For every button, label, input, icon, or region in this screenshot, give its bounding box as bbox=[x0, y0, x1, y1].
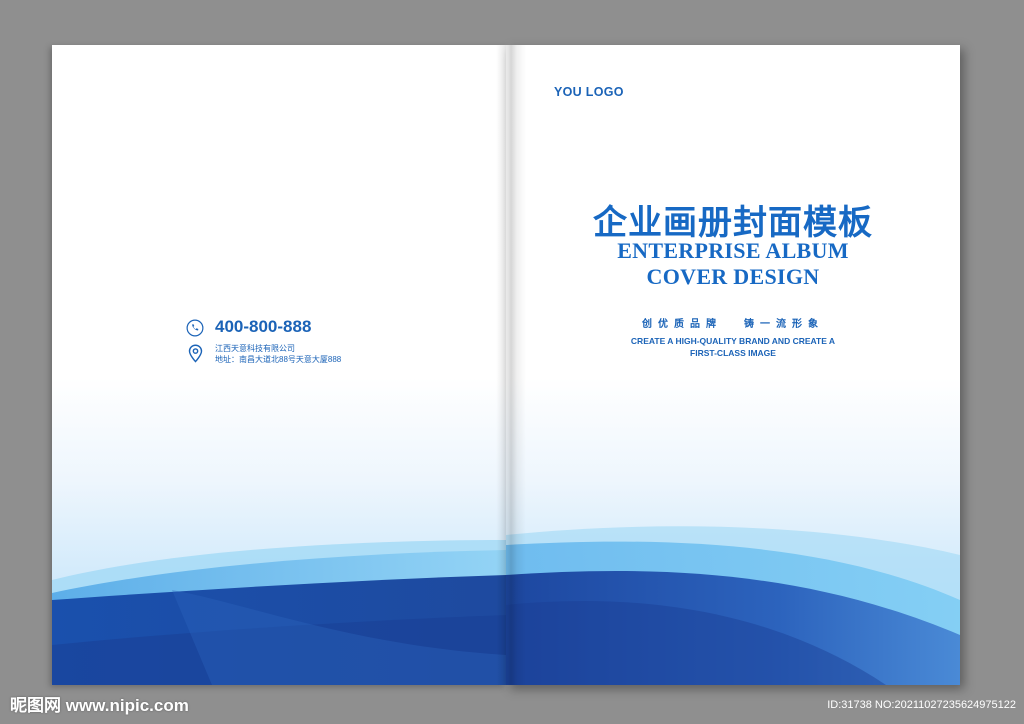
front-cover-page: YOU LOGO 企业画册封面模板 ENTERPRISE ALBUM COVER… bbox=[506, 45, 960, 685]
title-chinese: 企业画册封面模板 bbox=[593, 203, 873, 243]
back-cover-page: 400-800-888 江西天意科技有限公司 地址：南昌大道北88号天意大厦88… bbox=[52, 45, 506, 685]
phone-icon bbox=[186, 319, 204, 337]
site-watermark: 昵图网 www.nipic.com bbox=[10, 696, 189, 715]
phone-number: 400-800-888 bbox=[215, 317, 312, 336]
front-wave-decoration bbox=[506, 526, 960, 685]
company-address: 地址：南昌大道北88号天意大厦888 bbox=[215, 355, 342, 364]
title-english-line1: ENTERPRISE ALBUM bbox=[617, 238, 849, 263]
logo-text: YOU LOGO bbox=[554, 85, 624, 99]
slogan-chinese-part1: 创优质品牌 bbox=[642, 319, 722, 330]
slogan-english-line2: FIRST-CLASS IMAGE bbox=[690, 348, 776, 358]
company-name: 江西天意科技有限公司 bbox=[215, 344, 295, 353]
slogan-chinese: 创优质品牌 铸一流形象 bbox=[506, 315, 960, 330]
image-id-text: ID:31738 NO:20211027235624975122 bbox=[827, 699, 1016, 711]
slogan-chinese-part2: 铸一流形象 bbox=[744, 319, 824, 330]
slogan-english-line1: CREATE A HIGH-QUALITY BRAND AND CREATE A bbox=[630, 336, 836, 346]
location-pin-icon bbox=[188, 344, 203, 363]
back-wave-decoration bbox=[52, 540, 506, 685]
title-english-line2: COVER DESIGN bbox=[646, 264, 820, 289]
